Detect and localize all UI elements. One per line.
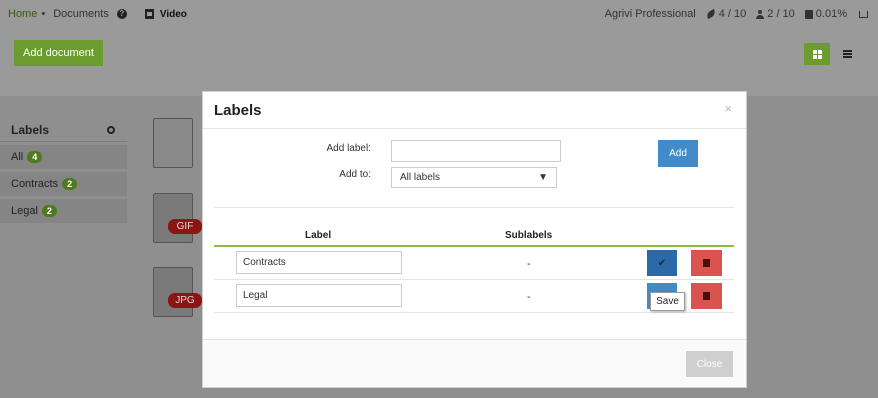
sidebar-title: Labels: [11, 122, 50, 137]
fields-stat: 4 / 10: [704, 8, 747, 20]
column-header-label: Label: [305, 230, 332, 241]
delete-button[interactable]: [691, 283, 722, 309]
table-header-line: [214, 245, 734, 247]
close-icon[interactable]: ×: [724, 101, 732, 116]
modal-footer: Close: [203, 339, 746, 387]
add-document-button[interactable]: Add document: [14, 40, 103, 66]
grid-icon: [812, 49, 822, 59]
trash-icon: [703, 259, 710, 267]
leaf-icon: [704, 8, 717, 20]
sublabels-cell: -: [527, 258, 531, 270]
dropdown-arrow-icon: ▼: [538, 172, 548, 183]
column-header-sublabels: Sublabels: [505, 230, 553, 241]
row-divider: [214, 312, 734, 313]
list-icon: [842, 50, 852, 58]
count-badge: 4: [27, 151, 43, 163]
save-tooltip: Save: [650, 292, 685, 311]
gear-icon[interactable]: [107, 125, 115, 134]
breadcrumb-home[interactable]: Home: [8, 8, 37, 20]
storage-usage: 0.01%: [815, 8, 847, 20]
video-link[interactable]: Video: [160, 9, 187, 20]
breadcrumb-documents[interactable]: Documents: [53, 8, 109, 20]
add-label-input[interactable]: [391, 140, 561, 162]
sidebar-item-label: Legal: [11, 205, 38, 217]
add-to-selected: All labels: [400, 172, 441, 183]
breadcrumb-separator: •: [41, 8, 46, 20]
save-button[interactable]: ✔: [647, 250, 677, 276]
row-divider: [214, 279, 734, 280]
sublabels-cell: -: [527, 291, 531, 303]
grid-view-button[interactable]: [804, 43, 830, 65]
label-name-input[interactable]: [236, 284, 402, 307]
count-badge: 2: [62, 178, 78, 190]
fields-count: 4 / 10: [718, 8, 747, 20]
file-type-tag: JPG: [168, 293, 202, 308]
add-label-button[interactable]: Add: [658, 140, 698, 167]
modal-header: Labels ×: [203, 92, 746, 129]
account-name[interactable]: Agrivi Professional: [605, 8, 696, 20]
storage-icon: [804, 9, 813, 19]
storage-stat: 0.01%: [804, 8, 847, 20]
modal-title: Labels: [214, 101, 262, 119]
users-count: 2 / 10: [767, 8, 795, 20]
document-file-icon[interactable]: [153, 118, 193, 168]
add-to-text: Add to:: [339, 169, 371, 180]
labels-modal: Labels × Add label: Add to: All labels ▼…: [202, 91, 747, 388]
users-stat: 2 / 10: [756, 8, 795, 20]
jpg-file-icon[interactable]: JPG: [153, 267, 202, 317]
gif-file-icon[interactable]: GIF: [153, 193, 202, 243]
sidebar-item-label: Contracts: [11, 178, 59, 190]
add-to-select[interactable]: All labels ▼: [391, 167, 557, 188]
cart-icon[interactable]: [859, 10, 868, 18]
file-type-tag: GIF: [168, 219, 202, 234]
add-label-text: Add label:: [326, 143, 371, 154]
user-icon: [756, 9, 765, 19]
sidebar-item-all[interactable]: All 4: [0, 145, 127, 169]
video-icon[interactable]: [144, 9, 154, 19]
trash-icon: [703, 292, 710, 300]
check-icon: ✔: [657, 257, 667, 269]
sidebar-item-label: All: [11, 151, 24, 163]
count-badge: 2: [41, 205, 57, 217]
sidebar-header: Labels: [0, 118, 127, 142]
labels-sidebar: Labels All 4 Contracts 2 Legal 2: [0, 118, 127, 223]
label-name-input[interactable]: [236, 251, 402, 274]
list-view-button[interactable]: [834, 43, 860, 65]
divider: [214, 207, 734, 208]
help-icon[interactable]: ?: [116, 9, 127, 19]
account-status: Agrivi Professional 4 / 10 2 / 10 0.01%: [605, 0, 868, 28]
close-button[interactable]: Close: [686, 351, 733, 377]
sidebar-item-contracts[interactable]: Contracts 2: [0, 172, 127, 196]
sidebar-item-legal[interactable]: Legal 2: [0, 199, 127, 223]
delete-button[interactable]: [691, 250, 722, 276]
